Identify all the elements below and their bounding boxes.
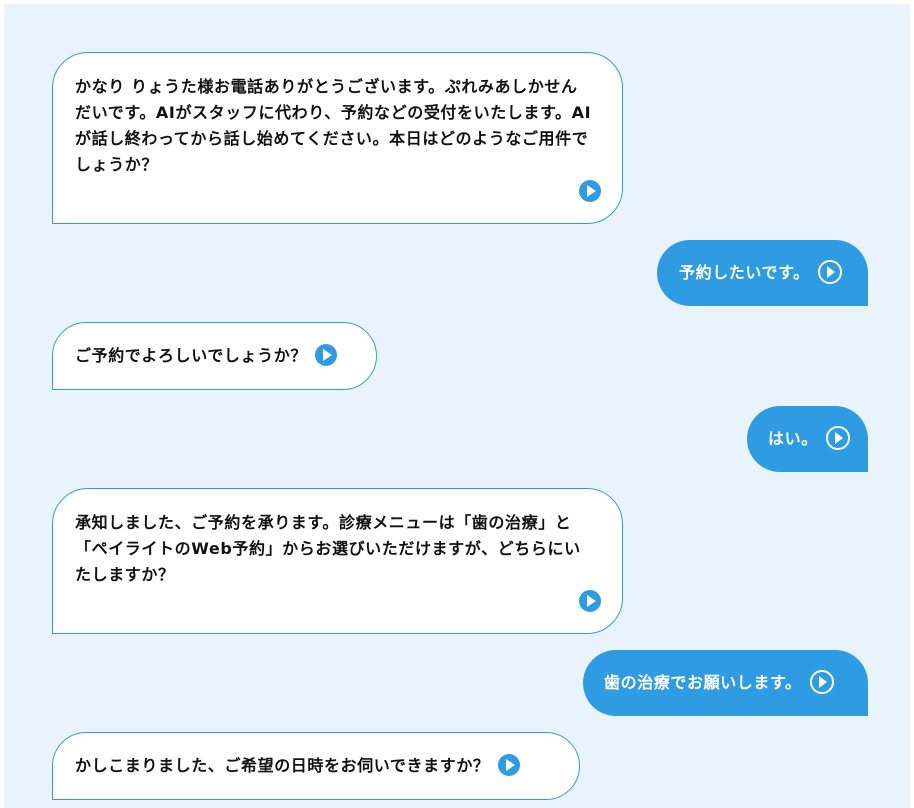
play-icon[interactable]: [497, 753, 520, 776]
play-icon[interactable]: [579, 180, 601, 202]
bot-message: かなり りょうた様お電話ありがとうございます。ぷれみあしかせんだいです。AIがス…: [52, 52, 623, 224]
message-text: はい。: [768, 429, 818, 448]
bot-message: 承知しました、ご予約を承ります。診療メニューは「歯の治療」と「ペイライトのWeb…: [52, 488, 623, 634]
message-text: かしこまりました、ご希望の日時をお伺いできますか？: [75, 756, 490, 775]
message-text: かなり りょうた様お電話ありがとうございます。ぷれみあしかせんだいです。AIがス…: [75, 77, 592, 174]
bot-message: かしこまりました、ご希望の日時をお伺いできますか？: [52, 732, 580, 800]
play-icon[interactable]: [817, 259, 842, 284]
user-message: はい。: [747, 406, 868, 472]
chat-log: かなり りょうた様お電話ありがとうございます。ぷれみあしかせんだいです。AIがス…: [4, 4, 910, 808]
play-icon[interactable]: [825, 425, 850, 450]
play-icon[interactable]: [809, 669, 834, 694]
play-icon[interactable]: [315, 343, 338, 366]
message-text: 承知しました、ご予約を承ります。診療メニューは「歯の治療」と「ペイライトのWeb…: [75, 513, 581, 584]
message-text: 歯の治療でお願いします。: [604, 673, 802, 692]
play-icon[interactable]: [579, 590, 601, 612]
message-text: ご予約でよろしいでしょうか？: [75, 346, 307, 365]
message-text: 予約したいです。: [679, 263, 810, 282]
user-message: 歯の治療でお願いします。: [583, 650, 868, 716]
user-message: 予約したいです。: [657, 240, 868, 306]
bot-message: ご予約でよろしいでしょうか？: [52, 322, 377, 390]
